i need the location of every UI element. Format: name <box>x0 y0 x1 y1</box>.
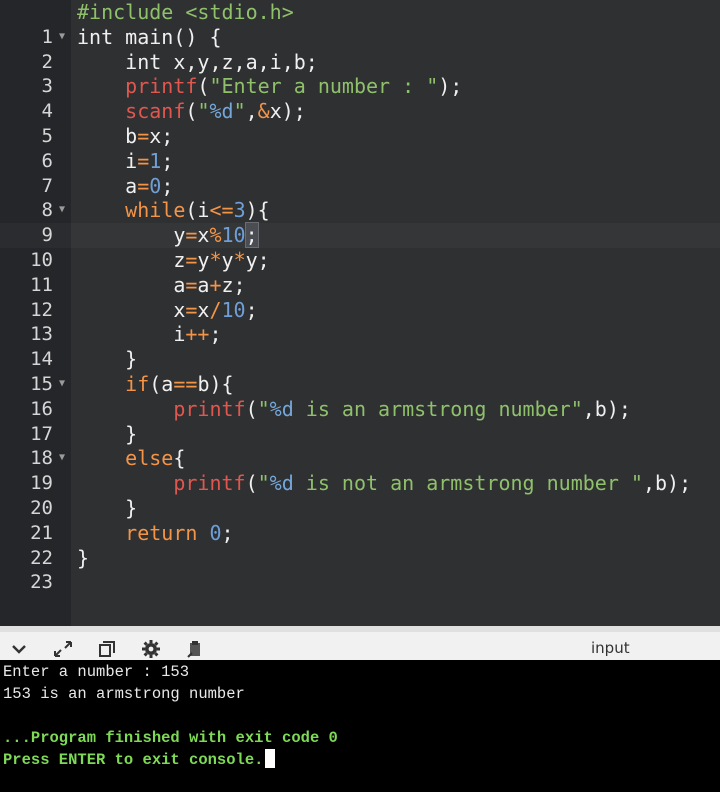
code-line[interactable]: 12 a=a+z; <box>0 273 720 321</box>
text-cursor: ; <box>244 222 259 249</box>
code-editor[interactable]: 1 #include <stdio.h> 2 ▼ int main() { 3 … <box>0 0 720 626</box>
line-number: 23 <box>30 571 53 594</box>
fold-toggle-icon[interactable]: ▼ <box>59 198 65 223</box>
code-line[interactable]: 6 b=x; <box>0 124 720 172</box>
code-line[interactable]: 1 #include <stdio.h> <box>0 0 720 48</box>
code-line[interactable]: 13 x=x/10; <box>0 298 720 346</box>
code-line[interactable]: 16 ▼ if(a==b){ <box>0 372 720 420</box>
chevron-down-icon[interactable] <box>8 639 30 659</box>
code-line[interactable]: 15 } <box>0 347 720 395</box>
code-line[interactable]: 22 return 0; <box>0 521 720 569</box>
code-line[interactable]: 14 i++; <box>0 322 720 370</box>
fold-toggle-icon[interactable]: ▼ <box>59 372 65 397</box>
code-line[interactable]: 20 printf("%d is not an armstrong number… <box>0 471 720 519</box>
output-console[interactable]: Enter a number : 153 153 is an armstrong… <box>0 660 720 792</box>
code-line[interactable]: 4 printf("Enter a number : "); <box>0 74 720 122</box>
console-toolbar: input <box>0 626 720 660</box>
console-line: 153 is an armstrong number <box>3 685 245 703</box>
code-line[interactable]: 17 printf("%d is an armstrong number",b)… <box>0 397 720 445</box>
console-line: Enter a number : 153 <box>3 663 190 681</box>
gear-icon[interactable] <box>140 639 162 659</box>
expand-arrows-icon[interactable] <box>52 639 74 659</box>
fold-toggle-icon[interactable]: ▼ <box>59 446 65 471</box>
code-line[interactable]: 3 int x,y,z,a,i,b; <box>0 50 720 98</box>
console-line-prompt: Press ENTER to exit console. <box>3 749 276 771</box>
code-line[interactable]: 11 z=y*y*y; <box>0 248 720 296</box>
input-tab-label[interactable]: input <box>591 639 630 657</box>
code-line[interactable]: 21 } <box>0 496 720 544</box>
code-line[interactable]: 7 i=1; <box>0 149 720 197</box>
code-line[interactable]: 5 scanf("%d",&x); <box>0 99 720 147</box>
code-area[interactable]: 1 #include <stdio.h> 2 ▼ int main() { 3 … <box>0 0 720 594</box>
console-line: ...Program finished with exit code 0 <box>3 729 338 747</box>
code-line[interactable]: 18 } <box>0 422 720 470</box>
code-line[interactable]: 9 ▼ while(i<=3){ <box>0 198 720 246</box>
fold-toggle-icon[interactable]: ▼ <box>59 25 65 50</box>
console-cursor <box>265 749 276 768</box>
clipboard-icon[interactable] <box>184 639 206 659</box>
copy-panel-icon[interactable] <box>96 639 118 659</box>
code-line[interactable]: 23 } <box>0 546 720 594</box>
code-line-active[interactable]: 10 y=x%10; <box>0 222 720 271</box>
code-line[interactable]: 2 ▼ int main() { <box>0 25 720 73</box>
code-line[interactable]: 8 a=0; <box>0 174 720 222</box>
code-line[interactable]: 19 ▼ else{ <box>0 446 720 494</box>
